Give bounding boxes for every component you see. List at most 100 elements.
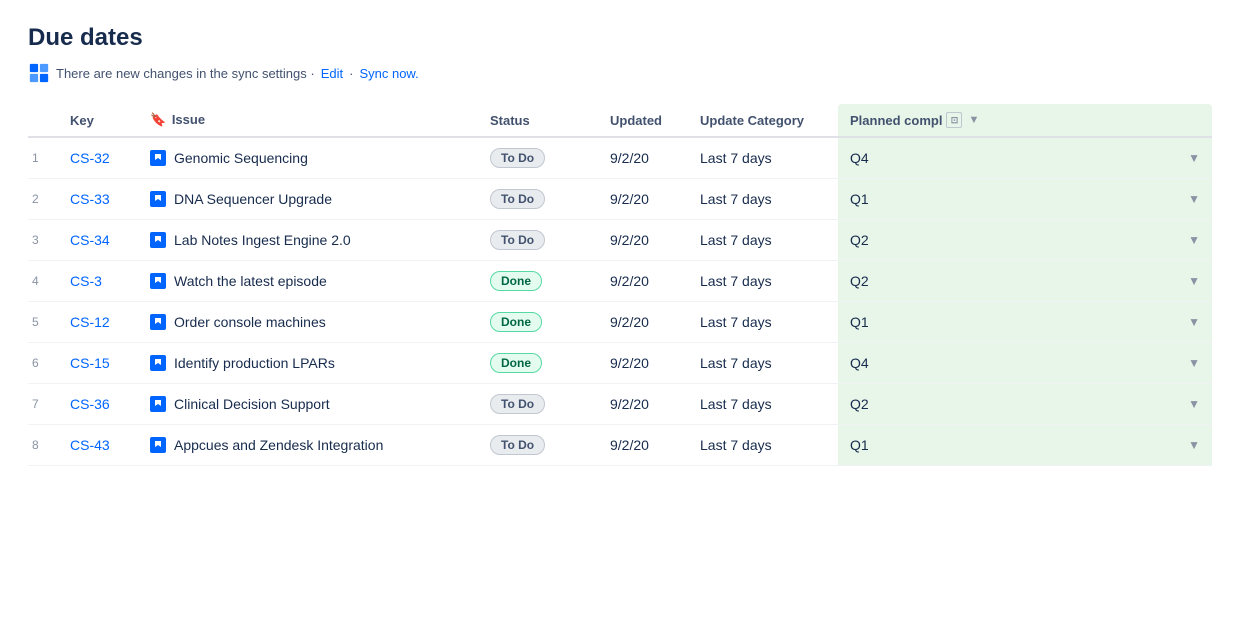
- col-header-category[interactable]: Update Category: [688, 104, 838, 137]
- row-status[interactable]: To Do: [478, 220, 598, 261]
- status-badge[interactable]: To Do: [490, 230, 545, 250]
- dropdown-arrow-icon[interactable]: ▼: [1188, 192, 1200, 206]
- row-updated: 9/2/20: [598, 179, 688, 220]
- row-issue[interactable]: Watch the latest episode: [138, 261, 478, 302]
- due-dates-table: Key 🔖 Issue Status Updated Update Catego…: [28, 104, 1212, 466]
- dropdown-arrow-icon[interactable]: ▼: [1188, 233, 1200, 247]
- story-icon: [150, 150, 166, 166]
- row-key[interactable]: CS-3: [58, 261, 138, 302]
- row-category: Last 7 days: [688, 302, 838, 343]
- row-updated: 9/2/20: [598, 425, 688, 466]
- row-updated: 9/2/20: [598, 220, 688, 261]
- row-issue[interactable]: Genomic Sequencing: [138, 137, 478, 179]
- issue-title: Identify production LPARs: [174, 355, 335, 371]
- col-header-planned[interactable]: · · · · · · Planned compl ⊡ ▼: [838, 104, 1212, 137]
- issue-title: Appcues and Zendesk Integration: [174, 437, 383, 453]
- row-status[interactable]: To Do: [478, 137, 598, 179]
- issue-title: DNA Sequencer Upgrade: [174, 191, 332, 207]
- sync-now-link[interactable]: Sync now.: [359, 66, 418, 81]
- sync-separator: ·: [349, 66, 353, 81]
- col-header-key[interactable]: Key: [58, 104, 138, 137]
- row-status[interactable]: Done: [478, 343, 598, 384]
- row-num: 7: [28, 384, 58, 425]
- planned-value: Q4: [850, 355, 869, 371]
- status-badge[interactable]: Done: [490, 353, 542, 373]
- row-category: Last 7 days: [688, 425, 838, 466]
- dropdown-arrow-icon[interactable]: ▼: [1188, 438, 1200, 452]
- resize-icon[interactable]: ⊡: [946, 112, 962, 128]
- row-key[interactable]: CS-33: [58, 179, 138, 220]
- sort-chevron-icon[interactable]: ▼: [968, 114, 979, 126]
- row-issue[interactable]: Clinical Decision Support: [138, 384, 478, 425]
- row-updated: 9/2/20: [598, 261, 688, 302]
- table-row: 8 CS-43 Appcues and Zendesk Integration …: [28, 425, 1212, 466]
- dropdown-arrow-icon[interactable]: ▼: [1188, 315, 1200, 329]
- sync-message: There are new changes in the sync settin…: [56, 66, 315, 81]
- col-header-issue[interactable]: 🔖 Issue: [138, 104, 478, 137]
- story-icon: [150, 232, 166, 248]
- row-issue[interactable]: Identify production LPARs: [138, 343, 478, 384]
- row-issue[interactable]: Order console machines: [138, 302, 478, 343]
- dropdown-arrow-icon[interactable]: ▼: [1188, 356, 1200, 370]
- row-num: 4: [28, 261, 58, 302]
- row-planned[interactable]: Q2 ▼: [838, 220, 1212, 261]
- row-issue[interactable]: DNA Sequencer Upgrade: [138, 179, 478, 220]
- row-key[interactable]: CS-43: [58, 425, 138, 466]
- row-planned[interactable]: Q1 ▼: [838, 302, 1212, 343]
- status-badge[interactable]: To Do: [490, 148, 545, 168]
- row-planned[interactable]: Q1 ▼: [838, 179, 1212, 220]
- row-planned[interactable]: Q4 ▼: [838, 343, 1212, 384]
- edit-link[interactable]: Edit: [321, 66, 343, 81]
- col-header-updated[interactable]: Updated: [598, 104, 688, 137]
- dropdown-arrow-icon[interactable]: ▼: [1188, 274, 1200, 288]
- story-icon: [150, 437, 166, 453]
- planned-value: Q2: [850, 396, 869, 412]
- planned-value: Q1: [850, 191, 869, 207]
- row-planned[interactable]: Q1 ▼: [838, 425, 1212, 466]
- row-updated: 9/2/20: [598, 384, 688, 425]
- table-row: 6 CS-15 Identify production LPARs Done 9…: [28, 343, 1212, 384]
- row-num: 1: [28, 137, 58, 179]
- planned-value: Q1: [850, 314, 869, 330]
- row-planned[interactable]: Q4 ▼: [838, 137, 1212, 179]
- row-category: Last 7 days: [688, 179, 838, 220]
- planned-value: Q1: [850, 437, 869, 453]
- row-status[interactable]: To Do: [478, 425, 598, 466]
- status-badge[interactable]: To Do: [490, 189, 545, 209]
- row-issue[interactable]: Lab Notes Ingest Engine 2.0: [138, 220, 478, 261]
- status-badge[interactable]: To Do: [490, 435, 545, 455]
- row-num: 3: [28, 220, 58, 261]
- row-key[interactable]: CS-34: [58, 220, 138, 261]
- status-badge[interactable]: Done: [490, 271, 542, 291]
- drag-dots-icon: · · · · · ·: [990, 104, 1059, 106]
- row-status[interactable]: Done: [478, 261, 598, 302]
- table-row: 2 CS-33 DNA Sequencer Upgrade To Do 9/2/…: [28, 179, 1212, 220]
- row-planned[interactable]: Q2 ▼: [838, 261, 1212, 302]
- story-icon: [150, 191, 166, 207]
- row-key[interactable]: CS-15: [58, 343, 138, 384]
- col-header-status[interactable]: Status: [478, 104, 598, 137]
- table-row: 3 CS-34 Lab Notes Ingest Engine 2.0 To D…: [28, 220, 1212, 261]
- row-key[interactable]: CS-32: [58, 137, 138, 179]
- row-category: Last 7 days: [688, 220, 838, 261]
- issue-title: Lab Notes Ingest Engine 2.0: [174, 232, 351, 248]
- dropdown-arrow-icon[interactable]: ▼: [1188, 151, 1200, 165]
- row-category: Last 7 days: [688, 384, 838, 425]
- row-key[interactable]: CS-36: [58, 384, 138, 425]
- row-key[interactable]: CS-12: [58, 302, 138, 343]
- row-status[interactable]: To Do: [478, 384, 598, 425]
- planned-value: Q2: [850, 232, 869, 248]
- row-updated: 9/2/20: [598, 302, 688, 343]
- row-status[interactable]: To Do: [478, 179, 598, 220]
- issue-title: Genomic Sequencing: [174, 150, 308, 166]
- issue-title: Order console machines: [174, 314, 326, 330]
- dropdown-arrow-icon[interactable]: ▼: [1188, 397, 1200, 411]
- story-icon: [150, 355, 166, 371]
- row-status[interactable]: Done: [478, 302, 598, 343]
- row-num: 2: [28, 179, 58, 220]
- status-badge[interactable]: To Do: [490, 394, 545, 414]
- status-badge[interactable]: Done: [490, 312, 542, 332]
- row-issue[interactable]: Appcues and Zendesk Integration: [138, 425, 478, 466]
- bookmark-icon: 🔖: [150, 112, 166, 127]
- row-planned[interactable]: Q2 ▼: [838, 384, 1212, 425]
